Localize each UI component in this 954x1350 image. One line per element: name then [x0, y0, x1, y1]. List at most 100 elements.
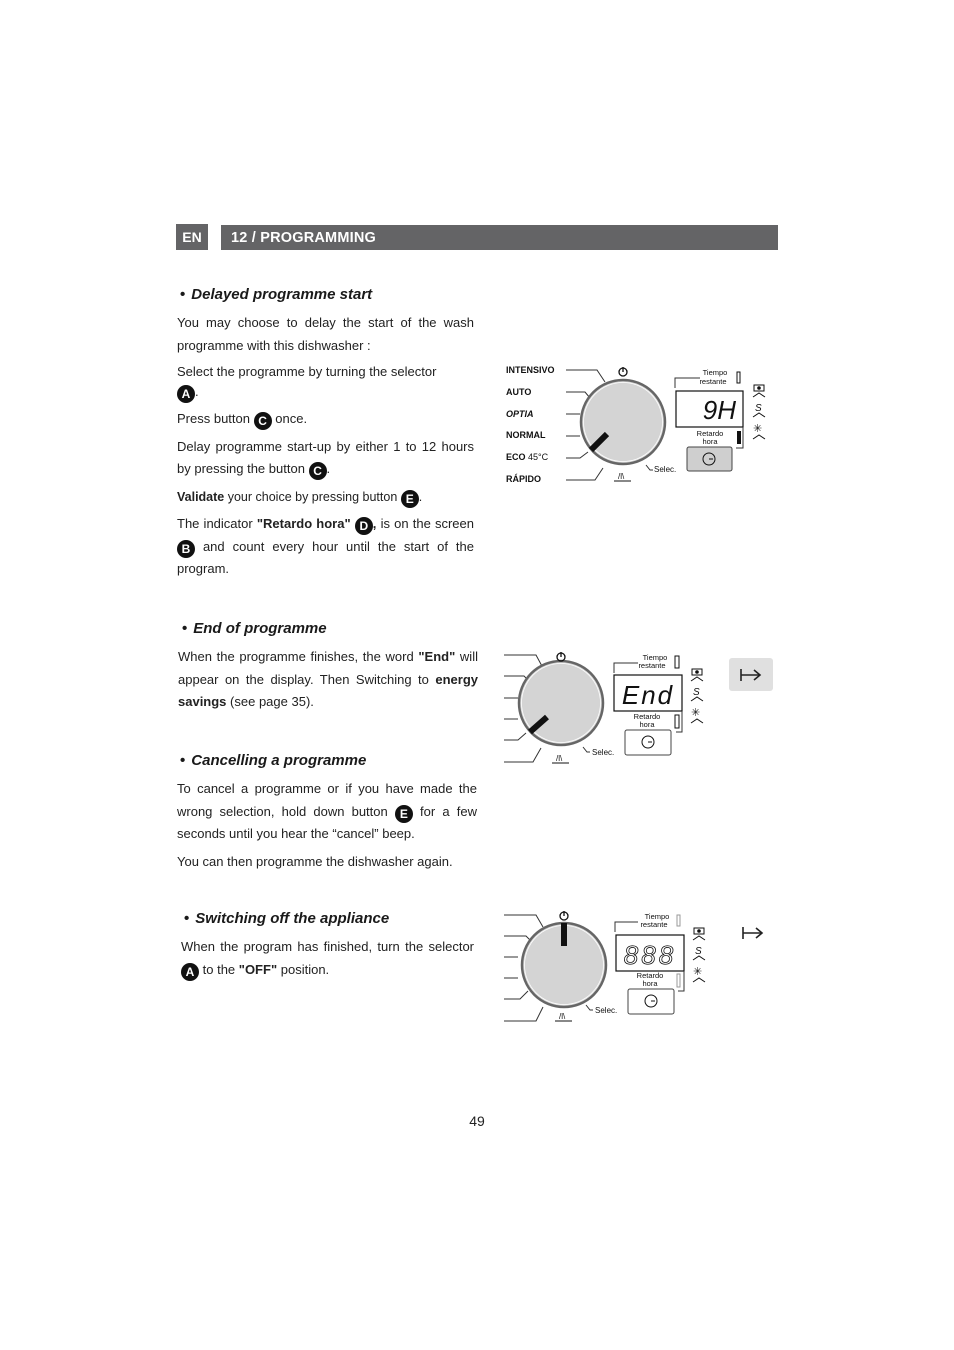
text: position. — [280, 961, 330, 977]
off-body: When the program has finished, turn the … — [181, 936, 474, 986]
retardo-indicator-on — [737, 431, 741, 444]
badge-a: A — [181, 962, 199, 981]
bullet: • — [184, 910, 190, 927]
heading-cancelling: • Cancelling a programme — [180, 752, 366, 769]
text: (see page 35). — [230, 694, 314, 709]
tiempo-label: restante — [699, 377, 726, 386]
bullet: • — [180, 286, 186, 303]
power-icon — [556, 652, 566, 662]
paragraph: When the program has finished, turn the … — [181, 936, 474, 981]
arrow-to-bar-icon — [740, 668, 762, 681]
badge-a: A — [177, 385, 195, 403]
control-panel-diagram-delayed: INTENSIVO AUTO OPTIA NORMAL ECO 45°C RÁP… — [506, 365, 766, 484]
section-header: 12 / PROGRAMMING — [221, 225, 778, 250]
display-value: 9H — [703, 395, 736, 425]
paragraph: Validate your choice by pressing button … — [177, 486, 474, 509]
section-title: 12 / PROGRAMMING — [231, 229, 376, 246]
delayed-start-body: You may choose to delay the start of the… — [177, 312, 474, 586]
arrow-to-bar-icon — [742, 927, 764, 939]
programme-label: ECO 45°C — [506, 452, 549, 462]
half-load-icon: /l\ — [552, 754, 569, 764]
svg-text:/l\: /l\ — [556, 754, 563, 763]
text: Select the programme by turning the sele… — [177, 364, 437, 379]
paragraph: The indicator "Retardo hora" D, is on th… — [177, 516, 474, 577]
svg-text:✳: ✳ — [693, 966, 702, 978]
svg-text:/l\: /l\ — [618, 472, 625, 481]
svg-text:S: S — [695, 946, 702, 957]
heading-text: End of programme — [193, 620, 327, 637]
programme-label: OPTIA — [506, 409, 534, 419]
tiempo-label: restante — [640, 920, 667, 929]
tiempo-indicator — [736, 371, 741, 384]
svg-text:S: S — [755, 403, 762, 414]
bullet: • — [182, 620, 188, 637]
selec-label: Selec. — [592, 748, 614, 757]
programme-label: AUTO — [506, 387, 531, 397]
badge-e: E — [400, 489, 419, 508]
retardo-label: hora — [702, 437, 718, 446]
retardo-indicator — [674, 714, 680, 729]
paragraph: Delay programme start-up by either 1 to … — [177, 436, 474, 481]
badge-b: B — [177, 539, 195, 558]
power-icon — [618, 367, 628, 377]
paragraph: When the programme finishes, the word "E… — [178, 646, 478, 714]
cancel-body: To cancel a programme or if you have mad… — [177, 778, 477, 878]
display-value: End — [622, 680, 674, 710]
text: and count every hour until the start of … — [177, 538, 474, 577]
text: is on the screen — [380, 516, 474, 531]
heading-switching-off: • Switching off the appliance — [184, 910, 389, 927]
status-icons: S ✳ — [692, 927, 706, 983]
paragraph: To cancel a programme or if you have mad… — [177, 778, 477, 846]
svg-text:S: S — [693, 687, 700, 698]
text: The indicator — [177, 516, 253, 531]
bold-text: "End" — [418, 649, 456, 664]
badge-c: C — [308, 462, 327, 481]
tiempo-label: restante — [638, 661, 665, 670]
text: When the program has finished, turn the … — [181, 939, 474, 954]
heading-end-of-programme: • End of programme — [182, 620, 327, 637]
off-arrow — [738, 920, 768, 946]
bullet: • — [180, 752, 186, 769]
text: once. — [275, 411, 308, 426]
heading-text: Switching off the appliance — [195, 910, 390, 927]
language-tag: EN — [176, 224, 208, 250]
selec-label: Selec. — [654, 465, 676, 474]
half-load-icon: /l\ — [555, 1012, 572, 1022]
status-icons: S ✳ — [690, 668, 704, 724]
badge-e: E — [394, 804, 413, 823]
paragraph: Press button C once. — [177, 408, 474, 431]
svg-text:✳: ✳ — [753, 423, 762, 435]
paragraph: You can then programme the dishwasher ag… — [177, 853, 453, 869]
heading-delayed-start: • Delayed programme start — [180, 286, 372, 303]
programme-label: NORMAL — [506, 430, 546, 440]
display-value: 888 — [624, 940, 676, 970]
programme-label: INTENSIVO — [506, 365, 555, 375]
retardo-label: hora — [639, 720, 655, 729]
text: to the — [202, 961, 236, 977]
text: Press button — [177, 411, 250, 426]
badge-c: C — [253, 412, 272, 431]
text: When the programme finishes, the word — [178, 649, 414, 664]
power-icon — [559, 911, 569, 921]
status-icons: S ✳ — [752, 384, 766, 440]
end-body: When the programme finishes, the word "E… — [178, 646, 478, 719]
tiempo-indicator — [674, 655, 680, 669]
bold-text: "OFF" — [238, 961, 278, 977]
tiempo-indicator — [676, 914, 681, 927]
badge-d: D — [354, 517, 373, 536]
heading-text: Cancelling a programme — [191, 752, 367, 769]
half-load-icon: /l\ — [614, 472, 631, 482]
bold-text: Validate — [177, 489, 225, 504]
svg-text:/l\: /l\ — [559, 1012, 566, 1021]
text: your choice by pressing button — [227, 489, 398, 504]
paragraph: You may choose to delay the start of the… — [177, 315, 474, 353]
retardo-label: hora — [642, 979, 658, 988]
energy-saving-arrow — [729, 658, 773, 691]
bold-text: "Retardo hora" — [256, 516, 351, 531]
svg-text:✳: ✳ — [691, 707, 700, 719]
paragraph: Select the programme by turning the sele… — [177, 364, 437, 403]
selec-label: Selec. — [595, 1006, 617, 1015]
retardo-indicator — [676, 973, 681, 988]
page-number: 49 — [469, 1113, 485, 1129]
heading-text: Delayed programme start — [191, 286, 373, 303]
